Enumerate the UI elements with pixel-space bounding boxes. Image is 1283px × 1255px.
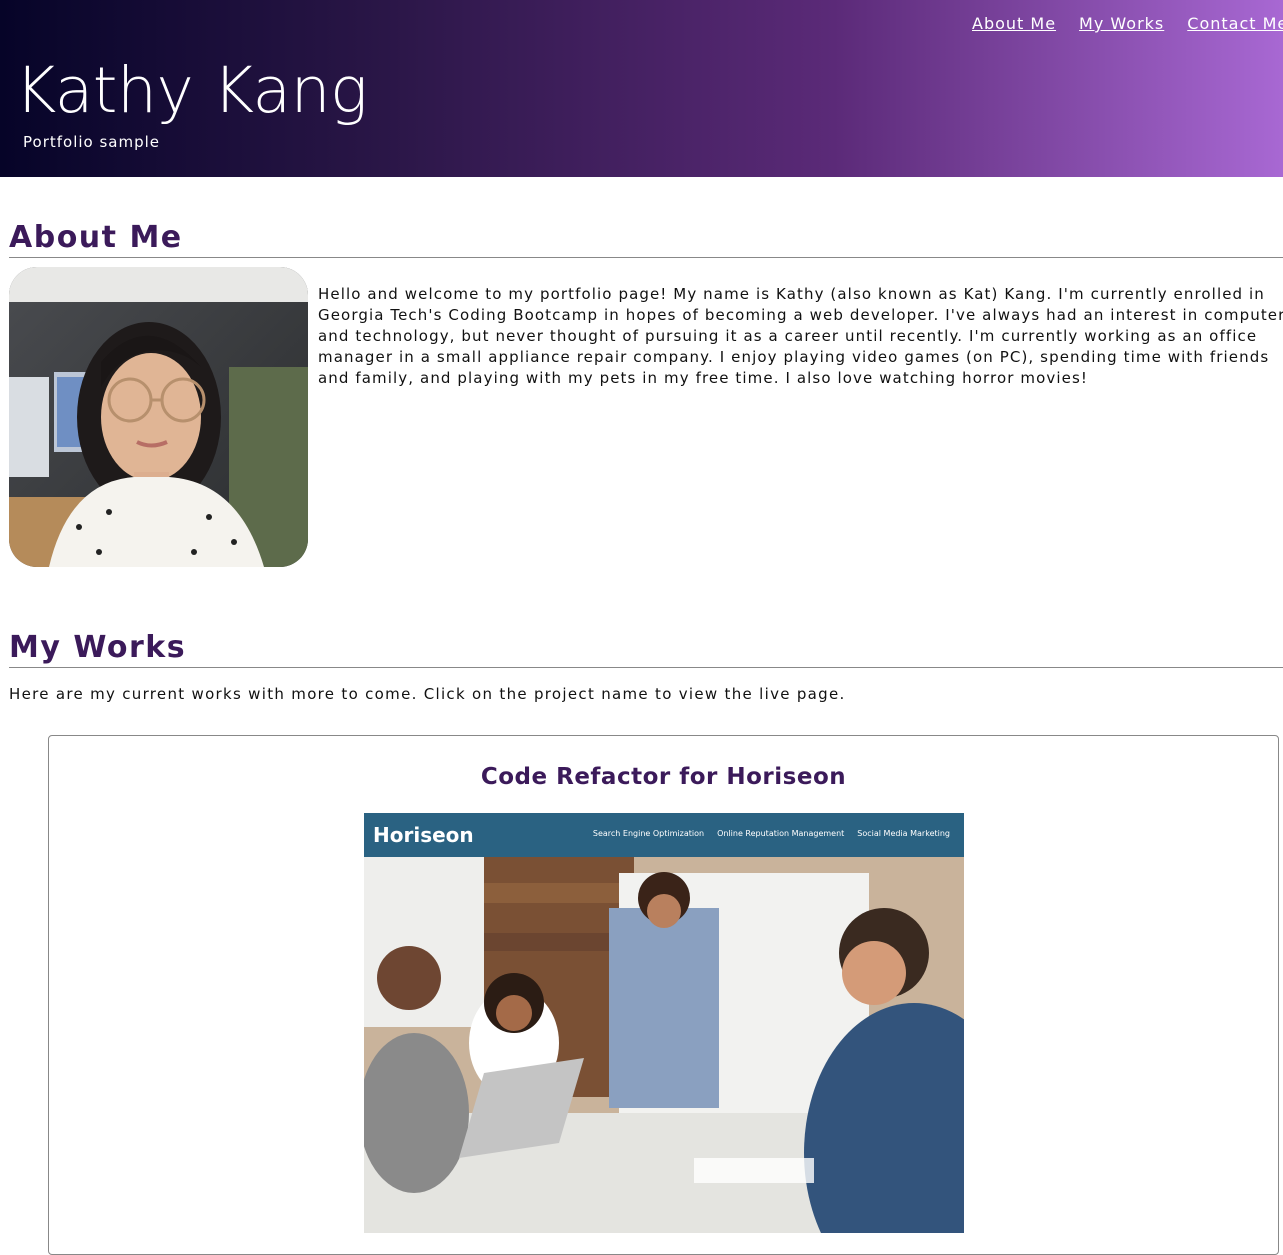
profile-photo-image bbox=[9, 267, 308, 567]
project-card: Code Refactor for Horiseon Horiseon Sear… bbox=[48, 735, 1279, 1255]
project-title-link[interactable]: Code Refactor for Horiseon bbox=[49, 764, 1278, 790]
horiseon-nav: Search Engine Optimization Online Reputa… bbox=[593, 829, 950, 838]
horiseon-nav-orm: Online Reputation Management bbox=[717, 829, 845, 838]
my-works-heading: My Works bbox=[9, 631, 1283, 668]
horiseon-nav-smm: Social Media Marketing bbox=[857, 829, 950, 838]
horiseon-header-bar: Horiseon Search Engine Optimization Onli… bbox=[364, 813, 964, 857]
project-screenshot-image bbox=[364, 813, 964, 1233]
project-screenshot[interactable]: Horiseon Search Engine Optimization Onli… bbox=[364, 813, 964, 1233]
site-subtitle: Portfolio sample bbox=[23, 133, 161, 151]
main-nav: About Me My Works Contact Me bbox=[972, 14, 1283, 33]
my-works-intro: Here are my current works with more to c… bbox=[9, 685, 846, 703]
nav-link-about-me[interactable]: About Me bbox=[972, 14, 1056, 33]
about-me-heading: About Me bbox=[9, 221, 1283, 258]
horiseon-nav-seo: Search Engine Optimization bbox=[592, 829, 705, 838]
nav-link-contact-me[interactable]: Contact Me bbox=[1187, 14, 1283, 33]
site-header: Kathy Kang Portfolio sample About Me My … bbox=[0, 0, 1283, 177]
profile-photo bbox=[9, 267, 308, 567]
about-me-text: Hello and welcome to my portfolio page! … bbox=[318, 285, 1283, 387]
site-title: Kathy Kang bbox=[15, 54, 368, 127]
horiseon-logo: Horiseon bbox=[373, 823, 474, 847]
nav-link-my-works[interactable]: My Works bbox=[1079, 14, 1164, 33]
